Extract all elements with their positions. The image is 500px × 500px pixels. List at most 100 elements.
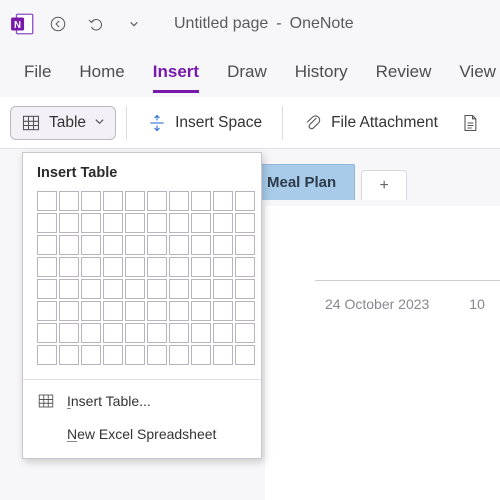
menu-draw[interactable]: Draw	[227, 62, 267, 93]
grid-cell[interactable]	[59, 345, 79, 365]
grid-cell[interactable]	[81, 301, 101, 321]
grid-cell[interactable]	[59, 279, 79, 299]
grid-cell[interactable]	[59, 323, 79, 343]
grid-cell[interactable]	[235, 213, 255, 233]
grid-cell[interactable]	[81, 213, 101, 233]
page-canvas[interactable]: 24 October 2023 10	[265, 206, 500, 500]
grid-cell[interactable]	[213, 213, 233, 233]
grid-cell[interactable]	[125, 279, 145, 299]
grid-cell[interactable]	[103, 323, 123, 343]
grid-cell[interactable]	[169, 279, 189, 299]
grid-cell[interactable]	[59, 235, 79, 255]
grid-cell[interactable]	[37, 257, 57, 277]
grid-cell[interactable]	[37, 235, 57, 255]
grid-cell[interactable]	[81, 279, 101, 299]
grid-cell[interactable]	[169, 345, 189, 365]
grid-cell[interactable]	[213, 323, 233, 343]
grid-cell[interactable]	[191, 191, 211, 211]
grid-cell[interactable]	[103, 213, 123, 233]
grid-cell[interactable]	[147, 323, 167, 343]
grid-cell[interactable]	[235, 323, 255, 343]
grid-cell[interactable]	[37, 279, 57, 299]
grid-cell[interactable]	[169, 257, 189, 277]
grid-cell[interactable]	[235, 301, 255, 321]
insert-table-menu-item[interactable]: Insert Table...	[23, 384, 261, 418]
grid-cell[interactable]	[81, 191, 101, 211]
add-section-button[interactable]: +	[361, 170, 407, 200]
grid-cell[interactable]	[191, 213, 211, 233]
grid-cell[interactable]	[125, 345, 145, 365]
grid-cell[interactable]	[169, 213, 189, 233]
grid-cell[interactable]	[191, 345, 211, 365]
grid-cell[interactable]	[191, 235, 211, 255]
grid-cell[interactable]	[147, 301, 167, 321]
menu-insert[interactable]: Insert	[153, 62, 199, 93]
grid-cell[interactable]	[125, 301, 145, 321]
grid-cell[interactable]	[169, 323, 189, 343]
undo-button[interactable]	[80, 8, 112, 40]
grid-cell[interactable]	[235, 257, 255, 277]
grid-cell[interactable]	[213, 345, 233, 365]
grid-cell[interactable]	[59, 191, 79, 211]
grid-cell[interactable]	[147, 279, 167, 299]
grid-cell[interactable]	[59, 213, 79, 233]
grid-cell[interactable]	[213, 235, 233, 255]
grid-cell[interactable]	[213, 301, 233, 321]
grid-cell[interactable]	[235, 191, 255, 211]
back-button[interactable]	[42, 8, 74, 40]
menu-view[interactable]: View	[459, 62, 496, 93]
grid-cell[interactable]	[125, 257, 145, 277]
grid-cell[interactable]	[103, 301, 123, 321]
grid-cell[interactable]	[81, 235, 101, 255]
grid-cell[interactable]	[169, 301, 189, 321]
table-size-grid[interactable]	[23, 191, 261, 375]
quick-access-more-icon[interactable]	[118, 8, 150, 40]
grid-cell[interactable]	[103, 345, 123, 365]
grid-cell[interactable]	[59, 257, 79, 277]
grid-cell[interactable]	[169, 191, 189, 211]
grid-cell[interactable]	[191, 323, 211, 343]
insert-space-button[interactable]: Insert Space	[137, 107, 272, 139]
grid-cell[interactable]	[81, 257, 101, 277]
menu-home[interactable]: Home	[79, 62, 124, 93]
grid-cell[interactable]	[125, 191, 145, 211]
grid-cell[interactable]	[213, 279, 233, 299]
grid-cell[interactable]	[37, 323, 57, 343]
grid-cell[interactable]	[191, 257, 211, 277]
grid-cell[interactable]	[81, 345, 101, 365]
grid-cell[interactable]	[147, 235, 167, 255]
grid-cell[interactable]	[213, 191, 233, 211]
grid-cell[interactable]	[169, 235, 189, 255]
menu-review[interactable]: Review	[376, 62, 432, 93]
grid-cell[interactable]	[37, 345, 57, 365]
file-attachment-button[interactable]: File Attachment	[293, 107, 448, 139]
grid-cell[interactable]	[191, 279, 211, 299]
menu-file[interactable]: File	[24, 62, 51, 93]
grid-cell[interactable]	[103, 191, 123, 211]
grid-cell[interactable]	[147, 257, 167, 277]
grid-cell[interactable]	[125, 323, 145, 343]
grid-cell[interactable]	[235, 279, 255, 299]
grid-cell[interactable]	[103, 235, 123, 255]
grid-cell[interactable]	[59, 301, 79, 321]
grid-cell[interactable]	[125, 235, 145, 255]
grid-cell[interactable]	[147, 213, 167, 233]
grid-cell[interactable]	[191, 301, 211, 321]
file-printout-button[interactable]	[458, 107, 482, 139]
grid-cell[interactable]	[125, 213, 145, 233]
grid-cell[interactable]	[235, 235, 255, 255]
section-tab-meal-plan[interactable]: Meal Plan	[248, 164, 355, 200]
grid-cell[interactable]	[81, 323, 101, 343]
grid-cell[interactable]	[103, 257, 123, 277]
grid-cell[interactable]	[147, 345, 167, 365]
grid-cell[interactable]	[37, 213, 57, 233]
menu-history[interactable]: History	[295, 62, 348, 93]
grid-cell[interactable]	[37, 301, 57, 321]
grid-cell[interactable]	[37, 191, 57, 211]
grid-cell[interactable]	[103, 279, 123, 299]
new-excel-menu-item[interactable]: New Excel Spreadsheet	[23, 418, 261, 450]
grid-cell[interactable]	[213, 257, 233, 277]
table-button[interactable]: Table	[10, 106, 116, 140]
grid-cell[interactable]	[147, 191, 167, 211]
grid-cell[interactable]	[235, 345, 255, 365]
